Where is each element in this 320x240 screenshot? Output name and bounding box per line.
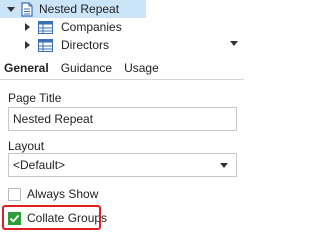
tree-item-companies[interactable]: Companies (22, 18, 122, 36)
highlight-annotation (2, 205, 101, 230)
tab-usage[interactable]: Usage (124, 59, 159, 77)
page-title-input[interactable]: Nested Repeat (8, 107, 237, 131)
layout-label: Layout (8, 139, 45, 153)
tab-guidance[interactable]: Guidance (61, 59, 112, 77)
always-show-checkbox[interactable] (8, 187, 21, 201)
page-title-label: Page Title (8, 91, 62, 105)
tree-item-label: Companies (61, 20, 122, 34)
grid-icon (38, 38, 53, 52)
property-tabs: General Guidance Usage (0, 56, 244, 80)
document-icon (20, 1, 33, 17)
tree-item-nested-repeat[interactable]: Nested Repeat (0, 0, 146, 18)
tree-item-directors[interactable]: Directors (22, 36, 109, 54)
collapse-arrow-icon[interactable] (22, 22, 32, 32)
dropdown-arrow-icon (220, 162, 228, 168)
tree-item-label: Nested Repeat (39, 2, 120, 16)
layout-value: <Default> (13, 158, 66, 172)
always-show-label: Always Show (27, 187, 99, 201)
expand-arrow-icon[interactable] (6, 4, 16, 14)
tab-general[interactable]: General (4, 59, 49, 77)
grid-icon (38, 20, 53, 34)
layout-select[interactable]: <Default> (8, 153, 237, 177)
page-title-value: Nested Repeat (13, 112, 94, 126)
structure-tree: Nested Repeat Companies Directors (0, 0, 244, 56)
collapse-arrow-icon[interactable] (22, 40, 32, 50)
always-show-option[interactable]: Always Show (8, 184, 98, 204)
tree-item-label: Directors (61, 38, 110, 52)
scroll-down-icon[interactable] (230, 41, 238, 46)
